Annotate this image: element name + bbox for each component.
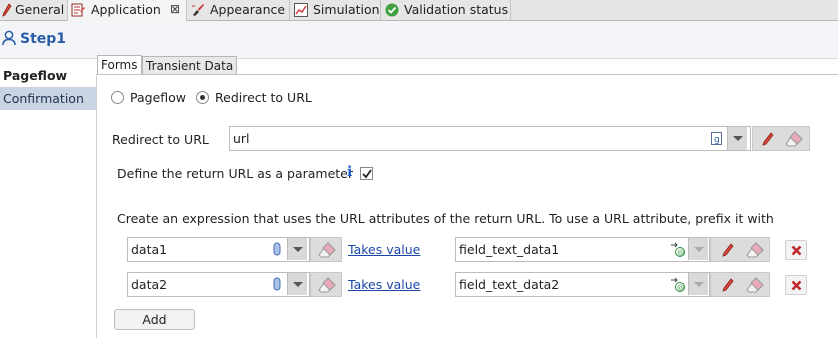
step-header: Step1 <box>0 21 838 59</box>
instruction-text: Create an expression that uses the URL a… <box>117 211 774 226</box>
eraser-icon[interactable] <box>318 242 336 258</box>
redirect-url-input[interactable]: url <box>229 126 751 151</box>
eraser-icon[interactable] <box>785 131 803 147</box>
return-url-param-label: Define the return URL as a parameter <box>117 166 353 181</box>
user-icon <box>2 30 16 46</box>
param-value-dropdown[interactable] <box>688 238 708 260</box>
edit-pencil-icon[interactable] <box>722 243 734 257</box>
field-reference-icon: @ <box>671 277 685 292</box>
step-title: Step1 <box>20 31 67 47</box>
info-icon: ℹ <box>347 164 353 180</box>
appearance-brush-icon <box>192 4 204 16</box>
nav-item-pageflow[interactable]: Pageflow <box>0 64 96 87</box>
nav-item-confirmation[interactable]: Confirmation <box>0 87 96 110</box>
add-button[interactable]: Add <box>114 309 195 330</box>
param-value-text: field_text_data2 <box>459 277 560 292</box>
tab-application[interactable]: Application ⊠ <box>68 0 187 21</box>
field-reference-icon: @ <box>671 242 685 257</box>
return-url-param-checkbox[interactable] <box>360 167 373 180</box>
redirect-url-tools <box>752 126 810 151</box>
radio-pageflow[interactable] <box>111 91 124 104</box>
remove-row-button[interactable] <box>785 275 807 295</box>
radio-redirect-label: Redirect to URL <box>215 90 312 105</box>
step-navigation: Pageflow Confirmation <box>0 60 96 338</box>
tab-transient-data[interactable]: Transient Data <box>142 56 237 75</box>
tab-forms[interactable]: Forms <box>97 55 142 75</box>
script-expression-icon[interactable]: g <box>711 132 723 146</box>
delete-x-icon <box>791 280 802 291</box>
param-name-value: data2 <box>131 277 168 292</box>
param-value-text: field_text_data1 <box>459 242 560 257</box>
tab-appearance-label: Appearance <box>210 2 286 17</box>
param-name-value: data1 <box>131 242 168 257</box>
check-circle-icon <box>385 3 399 17</box>
variable-icon <box>273 242 281 256</box>
tab-validation-status[interactable]: Validation status <box>381 0 511 21</box>
tab-appearance[interactable]: Appearance <box>187 0 290 21</box>
param-name-dropdown[interactable] <box>287 273 307 295</box>
application-form-icon <box>71 3 85 17</box>
svg-text:@: @ <box>677 249 684 257</box>
param-name-dropdown[interactable] <box>287 238 307 260</box>
param-value-tools <box>710 272 770 297</box>
remove-row-button[interactable] <box>785 240 807 260</box>
eraser-icon[interactable] <box>746 277 764 293</box>
checkmark-icon <box>362 169 372 179</box>
delete-x-icon <box>791 245 802 256</box>
param-name-input[interactable]: data1 <box>127 237 310 262</box>
tab-simulation[interactable]: Simulation <box>290 0 381 21</box>
takes-value-link[interactable]: Takes value <box>348 242 420 257</box>
edit-pencil-icon[interactable] <box>722 278 734 292</box>
svg-text:@: @ <box>677 284 684 292</box>
tab-general-label: General <box>15 2 65 17</box>
param-name-tools <box>310 237 342 262</box>
redirect-url-dropdown[interactable] <box>727 127 747 150</box>
param-name-tools <box>310 272 342 297</box>
redirect-url-label: Redirect to URL <box>112 132 209 147</box>
forms-panel <box>96 74 838 338</box>
radio-redirect-to-url[interactable] <box>196 91 209 104</box>
takes-value-link[interactable]: Takes value <box>348 277 420 292</box>
edit-pencil-icon[interactable] <box>762 132 774 146</box>
editor-tab-bar: General Application ⊠ Appearance Simulat… <box>0 0 838 21</box>
param-value-dropdown[interactable] <box>688 273 708 295</box>
eraser-icon[interactable] <box>746 242 764 258</box>
redirect-url-value: url <box>233 131 250 146</box>
close-tab-icon[interactable]: ⊠ <box>170 0 180 19</box>
tab-validation-status-label: Validation status <box>404 2 509 17</box>
svg-text:g: g <box>714 135 720 145</box>
tab-application-label: Application <box>91 2 161 17</box>
eraser-icon[interactable] <box>318 277 336 293</box>
pencil-icon <box>2 3 12 17</box>
radio-pageflow-label: Pageflow <box>130 90 187 105</box>
tab-general[interactable]: General <box>0 0 68 21</box>
param-name-input[interactable]: data2 <box>127 272 310 297</box>
variable-icon <box>273 277 281 291</box>
simulation-chart-icon <box>294 3 308 17</box>
param-value-tools <box>710 237 770 262</box>
tab-simulation-label: Simulation <box>313 2 380 17</box>
